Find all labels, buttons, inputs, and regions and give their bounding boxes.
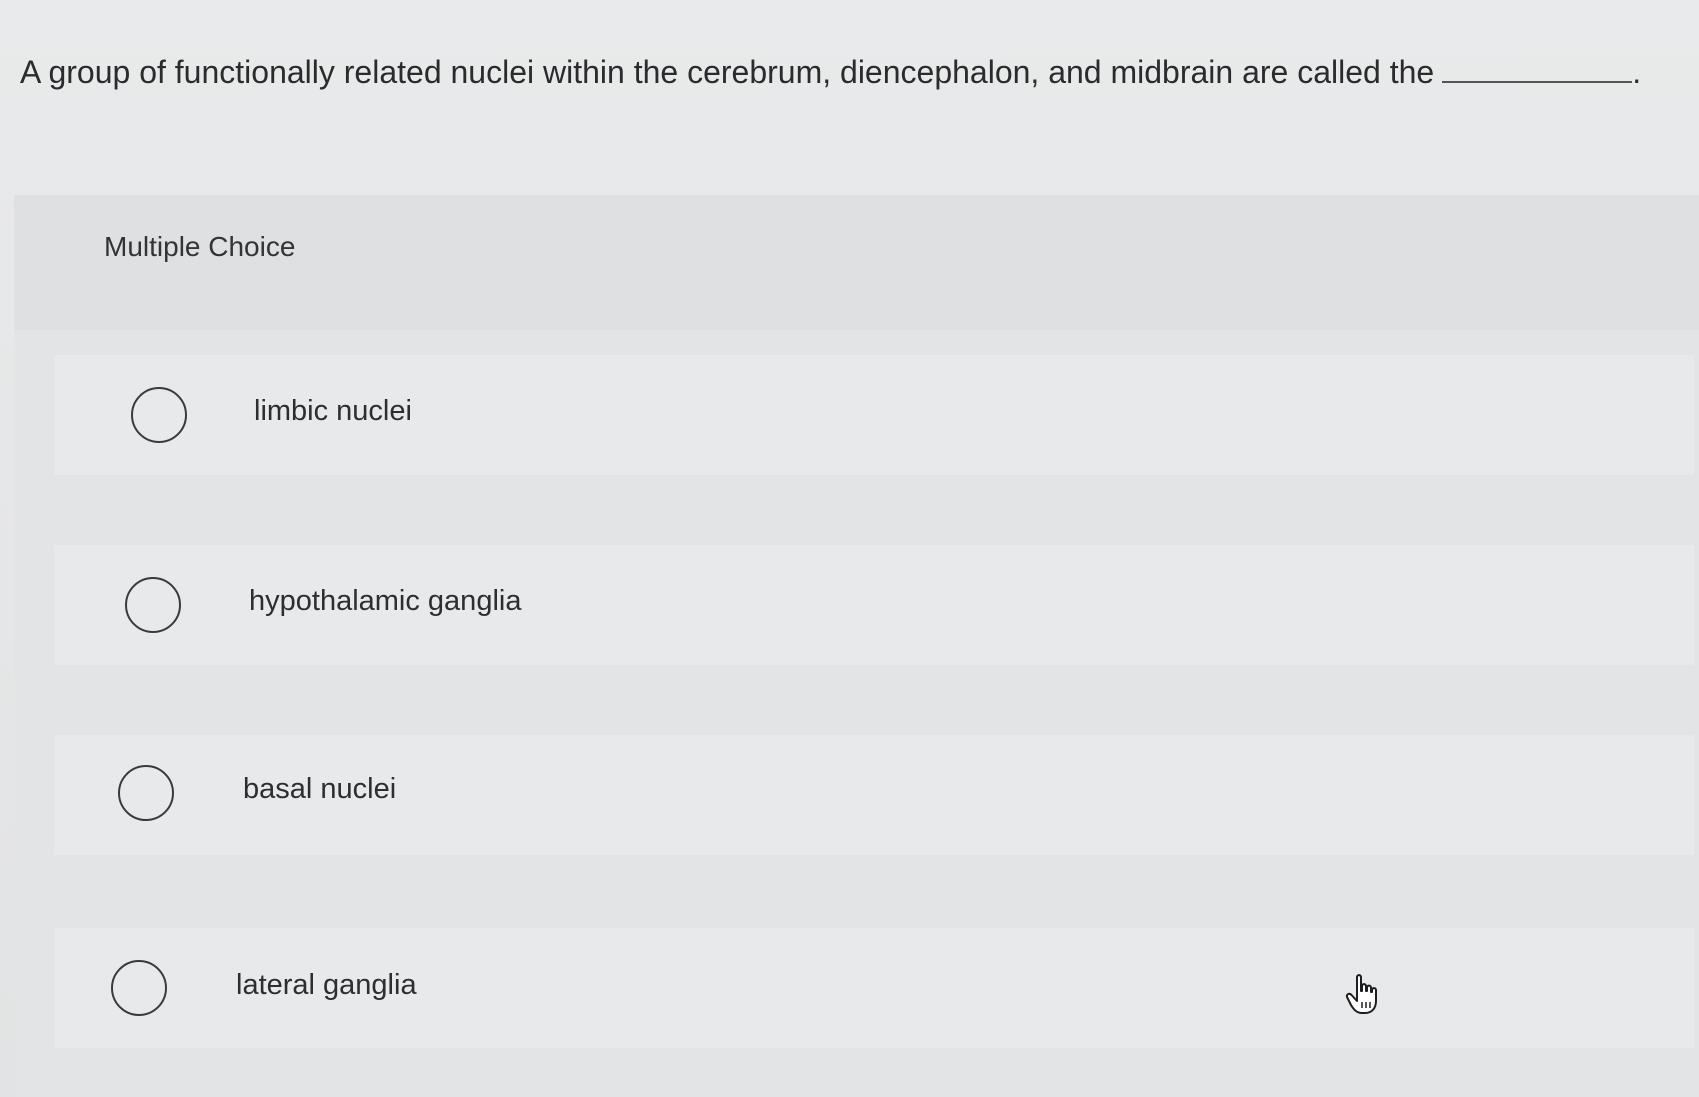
choice-label: basal nuclei <box>243 773 397 805</box>
choice-label: lateral ganglia <box>236 969 417 1001</box>
radio-button[interactable] <box>125 577 181 633</box>
question-end-punct: . <box>1632 54 1642 90</box>
choice-label: limbic nuclei <box>254 395 412 427</box>
multiple-choice-panel: Multiple Choice limbic nuclei hypothalam… <box>14 195 1699 1097</box>
choice-option-2[interactable]: hypothalamic ganglia <box>54 545 1694 665</box>
hand-pointer-icon <box>1345 974 1377 1014</box>
radio-button[interactable] <box>118 765 174 821</box>
choice-option-4[interactable]: lateral ganglia <box>54 928 1694 1048</box>
choice-option-1[interactable]: limbic nuclei <box>54 355 1694 475</box>
question-text: A group of functionally related nuclei w… <box>20 50 1680 94</box>
choice-label: hypothalamic ganglia <box>249 585 522 617</box>
radio-button[interactable] <box>111 960 167 1016</box>
choice-option-3[interactable]: basal nuclei <box>54 735 1694 855</box>
panel-header: Multiple Choice <box>14 195 1699 330</box>
radio-button[interactable] <box>131 387 187 443</box>
answer-blank <box>1442 51 1633 83</box>
question-stem: A group of functionally related nuclei w… <box>20 54 1435 90</box>
question-type-label: Multiple Choice <box>104 231 296 262</box>
